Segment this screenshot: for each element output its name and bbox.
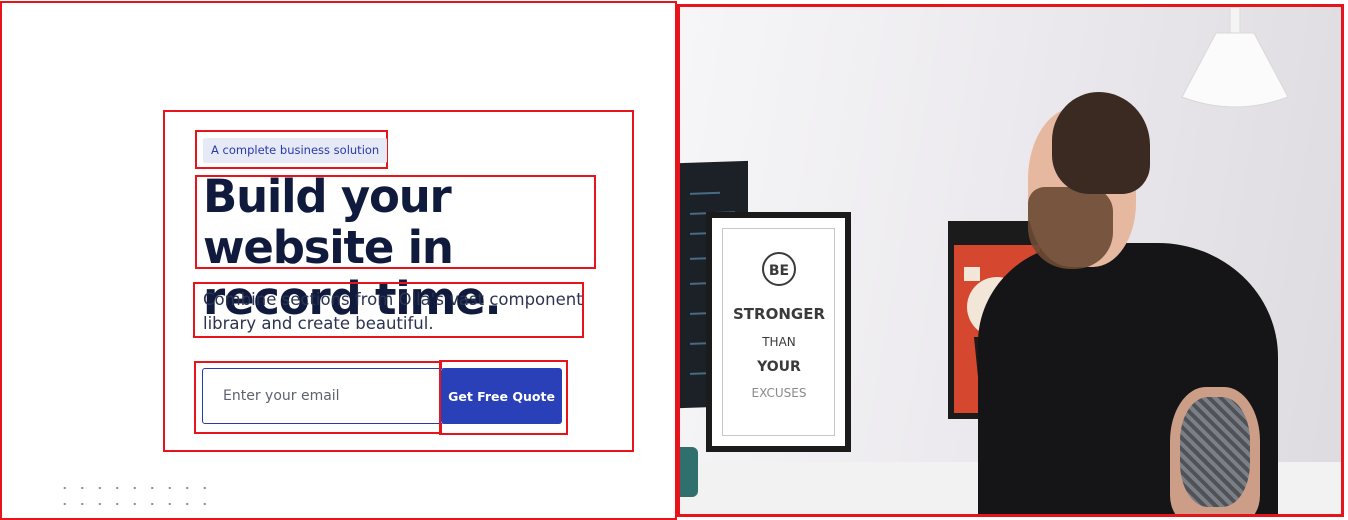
hero-badge: A complete business solution (203, 138, 388, 163)
poster-line-1: BE (769, 263, 789, 279)
hero-photo: BE STRONGER THAN YOUR EXCUSES (677, 4, 1344, 517)
email-input[interactable] (202, 368, 444, 424)
decorative-dot-grid (56, 480, 216, 506)
hero-subtitle: Combine sections from Olla's vast compon… (203, 290, 583, 333)
arm-tattoo (1180, 397, 1250, 507)
poster-line-2: STRONGER (733, 305, 825, 323)
pendant-lamp-icon (1178, 7, 1292, 112)
person-beard (1028, 187, 1113, 269)
poster-line-3: THAN (761, 335, 796, 349)
person-hair (1052, 92, 1150, 194)
get-free-quote-button[interactable]: Get Free Quote (441, 368, 562, 424)
mug (680, 447, 698, 497)
poster-line-5: EXCUSES (752, 386, 807, 400)
poster-line-4: YOUR (756, 359, 801, 375)
motivational-poster: BE STRONGER THAN YOUR EXCUSES (706, 212, 851, 452)
